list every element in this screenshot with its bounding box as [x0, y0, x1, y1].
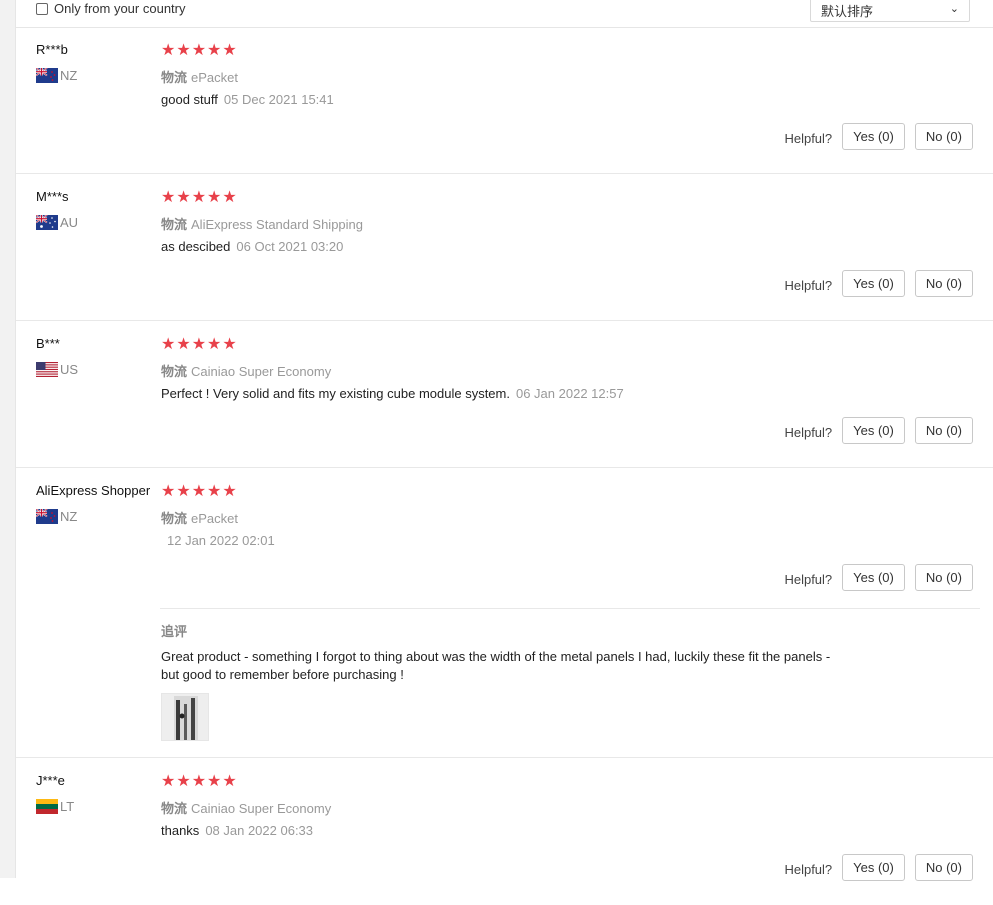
left-rail	[0, 0, 16, 878]
helpful-vote: Helpful? Yes (0) No (0)	[784, 564, 973, 591]
star-rating: ★★★★★	[161, 189, 238, 206]
logistics-label: 物流	[161, 511, 188, 526]
logistics-info: 物流 Cainiao Super Economy	[161, 798, 331, 817]
helpful-no-button[interactable]: No (0)	[914, 854, 973, 881]
lt-flag-icon	[36, 799, 58, 814]
helpful-yes-button[interactable]: Yes (0)	[842, 417, 905, 444]
country-code: NZ	[60, 68, 78, 83]
country-code: LT	[60, 799, 75, 814]
review-date: 08 Jan 2022 06:33	[205, 823, 314, 838]
logistics-info: 物流 ePacket	[161, 67, 238, 86]
reviewer-name: R***b	[36, 42, 68, 57]
helpful-no-button[interactable]: No (0)	[914, 564, 973, 591]
only-country-label: Only from your country	[54, 1, 186, 16]
helpful-label: Helpful?	[784, 425, 833, 440]
logistics-info: 物流 ePacket	[161, 508, 238, 527]
review-text-line: thanks 08 Jan 2022 06:33	[161, 823, 313, 838]
review-item: AliExpress Shopper NZ ★★★★★ 物流 ePacket 12…	[16, 468, 993, 758]
review-text: thanks	[161, 823, 200, 838]
logistics-label: 物流	[161, 70, 188, 85]
review-date: 06 Jan 2022 12:57	[515, 386, 624, 401]
helpful-label: Helpful?	[784, 131, 833, 146]
chevron-down-icon: ⌄	[949, 3, 959, 15]
review-toolbar: Only from your country 默认排序 ⌄	[16, 0, 993, 28]
logistics-method: Cainiao Super Economy	[191, 364, 332, 379]
review-text-line: 12 Jan 2022 02:01	[161, 533, 275, 548]
logistics-method: ePacket	[191, 511, 238, 526]
review-item: B*** US ★★★★★ 物流 Cainiao Super Economy Pe…	[16, 321, 993, 468]
nz-flag-icon	[36, 509, 58, 524]
helpful-vote: Helpful? Yes (0) No (0)	[784, 854, 973, 881]
followup-label: 追评	[161, 624, 188, 639]
helpful-vote: Helpful? Yes (0) No (0)	[784, 270, 973, 297]
reviewer-country: NZ	[36, 509, 77, 524]
helpful-label: Helpful?	[784, 572, 833, 587]
review-item: J***e LT ★★★★★ 物流 Cainiao Super Economy t…	[16, 758, 993, 905]
helpful-label: Helpful?	[784, 862, 833, 877]
review-date: 05 Dec 2021 15:41	[223, 92, 334, 107]
au-flag-icon	[36, 215, 58, 230]
review-text: as descibed	[161, 239, 231, 254]
us-flag-icon	[36, 362, 58, 377]
logistics-label: 物流	[161, 217, 188, 232]
logistics-info: 物流 AliExpress Standard Shipping	[161, 214, 363, 233]
star-rating: ★★★★★	[161, 336, 238, 353]
logistics-method: AliExpress Standard Shipping	[191, 217, 364, 232]
reviewer-country: AU	[36, 215, 78, 230]
helpful-label: Helpful?	[784, 278, 833, 293]
reviewer-name: B***	[36, 336, 60, 351]
logistics-method: ePacket	[191, 70, 238, 85]
logistics-label: 物流	[161, 801, 188, 816]
star-rating: ★★★★★	[161, 483, 238, 500]
reviewer-country: LT	[36, 799, 74, 814]
nz-flag-icon	[36, 68, 58, 83]
helpful-yes-button[interactable]: Yes (0)	[842, 564, 905, 591]
country-code: US	[60, 362, 79, 377]
sort-selected-value: 默认排序	[821, 3, 874, 19]
helpful-no-button[interactable]: No (0)	[914, 270, 973, 297]
star-rating: ★★★★★	[161, 42, 238, 59]
logistics-label: 物流	[161, 364, 188, 379]
country-code: NZ	[60, 509, 78, 524]
followup-review: 追评 Great product - something I forgot to…	[160, 608, 980, 759]
helpful-yes-button[interactable]: Yes (0)	[842, 270, 905, 297]
review-text: Perfect ! Very solid and fits my existin…	[161, 386, 510, 401]
review-text: good stuff	[161, 92, 218, 107]
sort-select[interactable]: 默认排序 ⌄	[810, 0, 970, 22]
reviewer-country: US	[36, 362, 78, 377]
review-date: 06 Oct 2021 03:20	[236, 239, 344, 254]
review-item: M***s AU ★★★★★ 物流 AliExpress Standard Shi…	[16, 174, 993, 321]
only-country-filter[interactable]: Only from your country	[36, 1, 186, 16]
review-item: R***b NZ ★★★★★ 物流 ePacket good stuff 05 De…	[16, 27, 993, 174]
review-date: 12 Jan 2022 02:01	[167, 533, 275, 548]
helpful-no-button[interactable]: No (0)	[914, 123, 973, 150]
reviewer-country: NZ	[36, 68, 77, 83]
review-text-line: Perfect ! Very solid and fits my existin…	[161, 386, 624, 401]
review-text-line: as descibed 06 Oct 2021 03:20	[161, 239, 343, 254]
only-country-checkbox[interactable]	[36, 2, 48, 15]
reviewer-name: J***e	[36, 773, 65, 788]
logistics-method: Cainiao Super Economy	[191, 801, 332, 816]
logistics-info: 物流 Cainiao Super Economy	[161, 361, 331, 380]
review-photo-thumbnail[interactable]	[161, 693, 209, 741]
star-rating: ★★★★★	[161, 773, 238, 790]
helpful-vote: Helpful? Yes (0) No (0)	[784, 417, 973, 444]
reviewer-name: M***s	[36, 189, 69, 204]
country-code: AU	[60, 215, 79, 230]
helpful-yes-button[interactable]: Yes (0)	[842, 854, 905, 881]
helpful-no-button[interactable]: No (0)	[914, 417, 973, 444]
review-text-line: good stuff 05 Dec 2021 15:41	[161, 92, 334, 107]
reviewer-name: AliExpress Shopper	[36, 483, 151, 498]
review-list: R***b NZ ★★★★★ 物流 ePacket good stuff 05 De…	[16, 27, 993, 905]
helpful-yes-button[interactable]: Yes (0)	[842, 123, 905, 150]
helpful-vote: Helpful? Yes (0) No (0)	[784, 123, 973, 150]
followup-text: Great product - something I forgot to th…	[161, 649, 831, 682]
